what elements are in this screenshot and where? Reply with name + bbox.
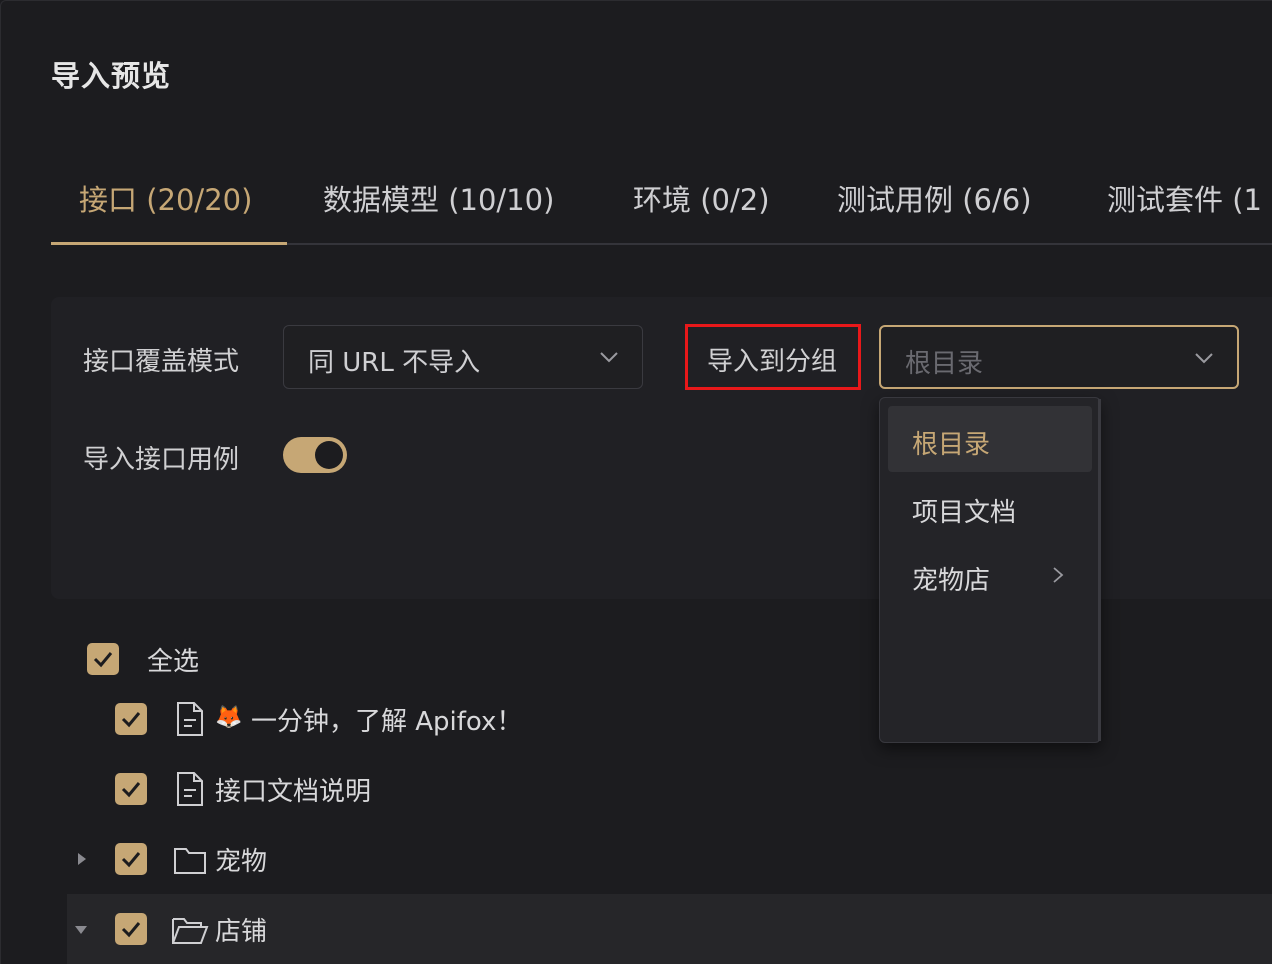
import-group-placeholder: 根目录 xyxy=(905,349,984,379)
select-all-label: 全选 xyxy=(147,647,200,677)
tab-environments[interactable]: 环境 (0/2) xyxy=(633,177,770,219)
dropdown-scrollbar[interactable] xyxy=(1098,399,1101,741)
tab-bar: 接口 (20/20) 数据模型 (10/10) 环境 (0/2) 测试用例 (6… xyxy=(51,151,1272,245)
fox-emoji-icon: 🦊 xyxy=(215,705,243,730)
folder-open-icon xyxy=(172,918,209,944)
folder-icon xyxy=(174,848,206,874)
tree-item-checkbox[interactable] xyxy=(115,843,147,875)
active-tab-indicator xyxy=(51,242,287,245)
tree-item-label[interactable]: 一分钟，了解 Apifox！ xyxy=(251,701,522,738)
override-mode-value: 同 URL 不导入 xyxy=(308,348,481,378)
tree-item-label[interactable]: 接口文档说明 xyxy=(215,771,371,808)
dropdown-item-label: 宠物店 xyxy=(912,566,991,596)
dropdown-item-label: 根目录 xyxy=(912,430,991,460)
dropdown-item-label: 项目文档 xyxy=(912,498,1017,528)
import-cases-label: 导入接口用例 xyxy=(83,445,240,475)
tree-item-checkbox[interactable] xyxy=(115,913,147,945)
caret-right-icon[interactable] xyxy=(75,852,89,866)
check-icon xyxy=(121,712,141,728)
dropdown-item-root[interactable]: 根目录 xyxy=(888,406,1092,472)
document-icon xyxy=(177,772,203,806)
chevron-down-icon xyxy=(600,352,618,363)
select-all-checkbox[interactable] xyxy=(87,643,119,675)
toggle-knob xyxy=(315,441,343,469)
override-mode-label: 接口覆盖模式 xyxy=(83,347,240,377)
tree-item-label[interactable]: 店铺 xyxy=(215,911,267,948)
tab-test-cases[interactable]: 测试用例 (6/6) xyxy=(837,177,1032,219)
import-preview-dialog: 导入预览 接口 (20/20) 数据模型 (10/10) 环境 (0/2) 测试… xyxy=(0,0,1272,964)
dropdown-item-project-docs[interactable]: 项目文档 xyxy=(888,474,1092,540)
tree-item-checkbox[interactable] xyxy=(115,703,147,735)
chevron-right-icon xyxy=(1053,567,1064,583)
group-dropdown-menu: 根目录 项目文档 宠物店 xyxy=(879,397,1101,743)
override-mode-select[interactable]: 同 URL 不导入 xyxy=(283,325,643,389)
check-icon xyxy=(93,652,113,668)
import-cases-toggle[interactable] xyxy=(283,437,347,473)
check-icon xyxy=(121,852,141,868)
highlight-annotation-box xyxy=(685,324,861,390)
caret-down-icon[interactable] xyxy=(74,923,88,937)
tab-test-suites[interactable]: 测试套件 (1 xyxy=(1107,177,1262,219)
dialog-title: 导入预览 xyxy=(51,59,172,93)
dropdown-item-pet-store[interactable]: 宠物店 xyxy=(888,542,1092,608)
document-icon xyxy=(177,702,203,736)
tab-endpoints[interactable]: 接口 (20/20) xyxy=(79,177,252,219)
chevron-down-icon xyxy=(1195,353,1213,364)
check-icon xyxy=(121,782,141,798)
tree-item-label[interactable]: 宠物 xyxy=(215,841,267,878)
check-icon xyxy=(121,922,141,938)
import-group-select[interactable]: 根目录 xyxy=(879,325,1239,389)
tab-data-models[interactable]: 数据模型 (10/10) xyxy=(323,177,554,219)
tree-item-checkbox[interactable] xyxy=(115,773,147,805)
